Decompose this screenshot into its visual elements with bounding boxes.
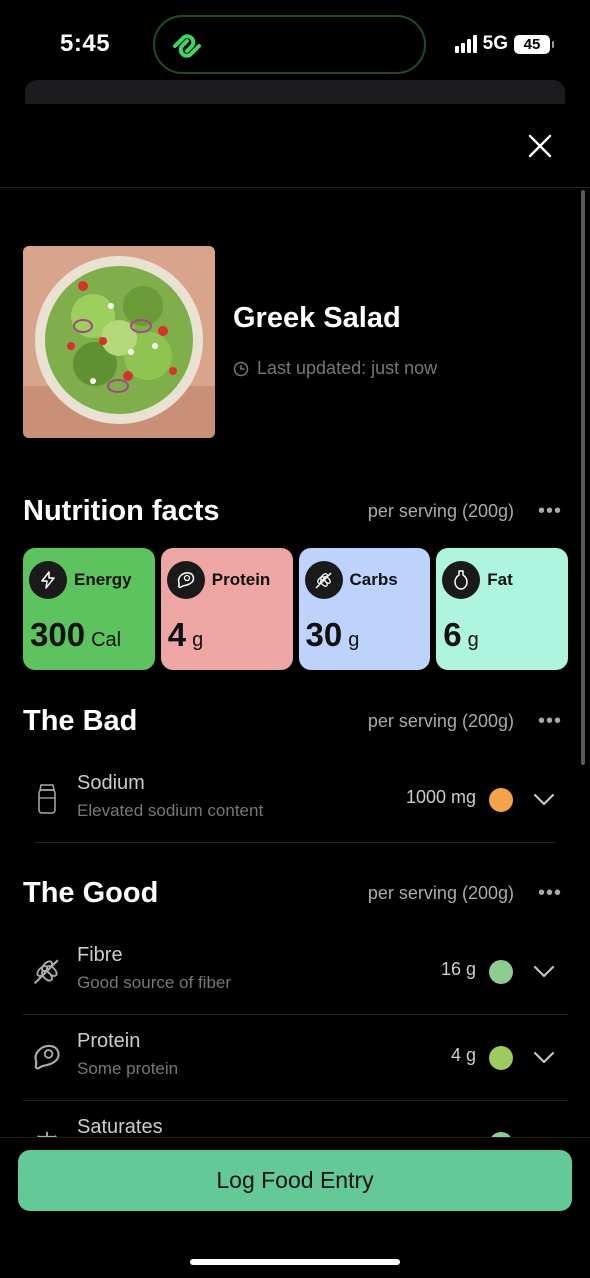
chevron-down-icon[interactable] (532, 961, 556, 981)
macro-unit: g (348, 629, 360, 651)
row-divider (35, 842, 555, 843)
row-subtitle: Some protein (77, 1059, 179, 1078)
bad-header: The Bad per serving (200g) ••• (23, 705, 568, 738)
close-icon (528, 134, 552, 158)
last-updated: Last updated: just now (233, 358, 437, 379)
wheat-icon (27, 951, 67, 991)
macro-value: 30 (305, 616, 343, 653)
macro-name: Carbs (349, 570, 398, 589)
status-dot (489, 960, 513, 984)
row-amount: 16 g (440, 959, 476, 979)
scrollbar[interactable] (581, 190, 585, 765)
macro-card-carbs[interactable]: Carbs 30 g (298, 548, 431, 670)
macro-unit: g (467, 629, 479, 651)
row-amount: 4 g (450, 1045, 476, 1065)
row-name: Sodium (77, 772, 145, 794)
wheat-icon (304, 561, 343, 599)
macro-value: 6 (443, 616, 462, 653)
link-icon (173, 34, 201, 58)
macro-cards: Energy 300 Cal Protein 4 g Carbs 30 g Fa… (23, 548, 568, 670)
row-name: Fibre (77, 944, 123, 966)
list-item-sodium[interactable]: Sodium Elevated sodium content 1000 mg (23, 757, 568, 843)
bad-serving: per serving (200g) (367, 711, 514, 731)
status-dot (489, 1046, 513, 1070)
status-bar: 5:45 5G 45 (0, 0, 590, 90)
log-food-entry-button[interactable]: Log Food Entry (18, 1150, 572, 1211)
nutrition-more-button[interactable]: ••• (532, 500, 568, 523)
last-updated-text: Last updated: just now (257, 358, 438, 378)
status-dot (489, 788, 513, 812)
signal-icon (454, 35, 477, 53)
macro-card-fat[interactable]: Fat 6 g (436, 548, 568, 670)
macro-name: Fat (487, 570, 513, 589)
good-more-button[interactable]: ••• (532, 882, 568, 905)
nutrition-serving: per serving (200g) (367, 501, 514, 521)
list-item-protein[interactable]: Protein Some protein 4 g (23, 1015, 568, 1101)
bad-title: The Bad (23, 705, 138, 737)
good-title: The Good (23, 877, 159, 909)
food-title: Greek Salad (233, 302, 401, 334)
list-item-fibre[interactable]: Fibre Good source of fiber 16 g (23, 929, 568, 1015)
nutrition-header: Nutrition facts per serving (200g) ••• (23, 495, 568, 528)
header-divider (0, 187, 590, 188)
macro-unit: g (192, 629, 204, 651)
oil-bottle-icon (442, 561, 481, 599)
chevron-down-icon[interactable] (532, 1047, 556, 1067)
network-label: 5G (482, 33, 508, 54)
macro-name: Energy (74, 570, 132, 589)
row-amount: 1000 mg (405, 787, 476, 807)
good-header: The Good per serving (200g) ••• (23, 877, 568, 910)
macro-name: Protein (211, 570, 271, 589)
macro-value: 4 (167, 616, 187, 653)
dynamic-island (153, 15, 426, 74)
macro-value: 300 (30, 616, 86, 653)
chevron-down-icon[interactable] (532, 789, 556, 809)
macro-unit: Cal (91, 629, 122, 651)
background-sheet (25, 80, 565, 104)
status-time: 5:45 (60, 30, 111, 57)
good-serving: per serving (200g) (367, 883, 514, 903)
meat-icon (27, 1037, 67, 1077)
close-button[interactable] (520, 126, 560, 166)
meat-icon (166, 561, 205, 599)
salt-shaker-icon (27, 779, 67, 819)
row-subtitle: Good source of fiber (77, 973, 232, 992)
lightning-icon (29, 561, 67, 599)
food-photo (23, 246, 215, 438)
macro-card-protein[interactable]: Protein 4 g (160, 548, 293, 670)
home-indicator[interactable] (190, 1259, 400, 1265)
clock-icon (233, 361, 249, 376)
row-subtitle: Elevated sodium content (77, 801, 264, 820)
row-name: Protein (77, 1030, 141, 1052)
bad-more-button[interactable]: ••• (532, 710, 568, 733)
row-name: Saturates (77, 1116, 163, 1138)
battery-icon: 45 (514, 34, 554, 54)
nutrition-title: Nutrition facts (23, 495, 220, 527)
macro-card-energy[interactable]: Energy 300 Cal (23, 548, 155, 670)
